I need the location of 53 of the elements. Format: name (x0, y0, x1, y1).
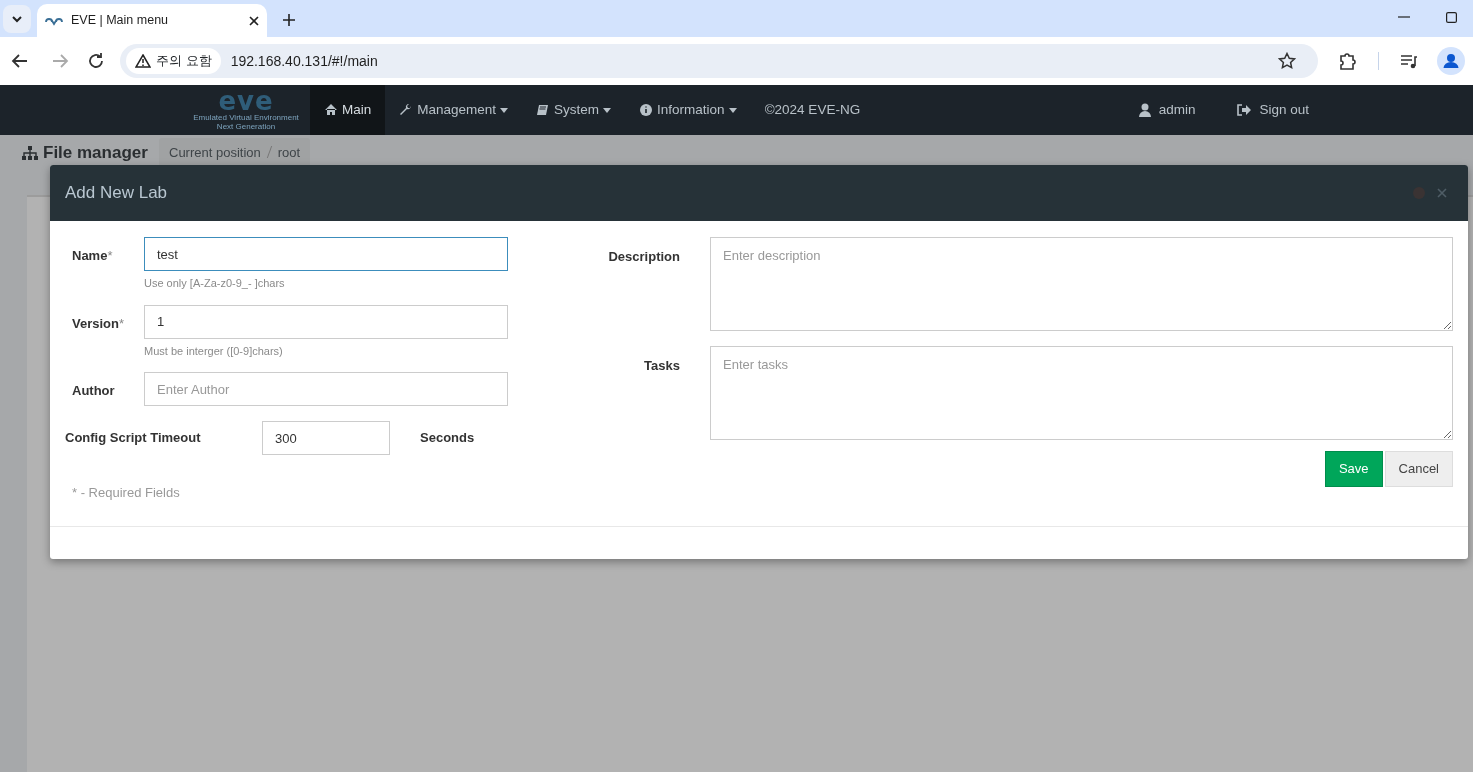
sign-out-icon (1237, 104, 1252, 116)
required-note: * - Required Fields (72, 484, 181, 502)
star-icon[interactable] (1278, 52, 1296, 70)
maximize-icon[interactable] (1446, 12, 1457, 23)
extensions-icon[interactable] (1338, 51, 1358, 71)
wrench-icon (399, 103, 414, 117)
text-field[interactable]: Enter Author (144, 372, 508, 406)
url-text[interactable]: 192.168.40.131/#!/main (230, 50, 1268, 72)
timeout-field[interactable]: 300 (262, 421, 390, 455)
field-label: Description (607, 248, 681, 266)
field-label: Name* (71, 247, 114, 265)
info-icon (639, 103, 654, 117)
sitemap-icon (22, 145, 38, 160)
field-label: Version* (71, 314, 126, 333)
tab-search-button[interactable] (3, 5, 31, 33)
field-label: Tasks (643, 357, 681, 375)
breadcrumb-item[interactable]: Current position (169, 143, 261, 163)
warning-icon (135, 54, 151, 68)
cancel-button[interactable]: Cancel (1384, 451, 1453, 487)
logo-subtitle: Next Generation (216, 122, 276, 131)
page-title: File manager (43, 142, 148, 164)
nav-link[interactable]: ©2024 EVE-NG (750, 85, 875, 135)
field-label: Author (71, 382, 116, 400)
nav-link[interactable]: Information (625, 85, 751, 135)
close-icon[interactable] (249, 15, 259, 26)
book-icon (536, 103, 551, 117)
logo-subtitle: Emulated Virtual Environment (193, 113, 299, 122)
new-tab-icon[interactable] (283, 14, 295, 26)
tab-title: EVE | Main menu (71, 12, 170, 30)
text-field[interactable]: test (144, 237, 508, 271)
nav-link[interactable]: System (522, 85, 626, 135)
text-field[interactable]: 1 (144, 304, 508, 339)
profile-icon[interactable] (1437, 47, 1465, 75)
unit-label: Seconds (420, 429, 475, 448)
sign-out-link[interactable]: Sign out (1223, 85, 1323, 135)
user-icon (1138, 103, 1151, 117)
browser-tab[interactable]: EVE | Main menu (37, 4, 267, 37)
caret-icon[interactable] (11, 13, 23, 25)
text-area[interactable]: Enter description (710, 237, 1453, 331)
help-text: Use only [A-Za-z0-9_- ]chars (144, 276, 286, 291)
breadcrumb-item[interactable]: root (277, 143, 301, 163)
favicon-icon (45, 15, 63, 26)
security-label: 주의 요함 (156, 52, 212, 71)
nav-link[interactable]: Main (310, 85, 386, 135)
text-area[interactable]: Enter tasks (710, 346, 1453, 440)
security-chip[interactable]: 주의 요함 (126, 48, 221, 74)
home-icon (324, 103, 338, 117)
help-text: Must be interger ([0-9]chars) (144, 343, 284, 359)
field-label: Config Script Timeout (65, 429, 202, 448)
logo-text: eve (218, 89, 274, 113)
user-link[interactable]: admin (1124, 85, 1210, 135)
nav-link[interactable]: Management (385, 85, 523, 135)
modal-title: Add New Lab (65, 182, 168, 205)
